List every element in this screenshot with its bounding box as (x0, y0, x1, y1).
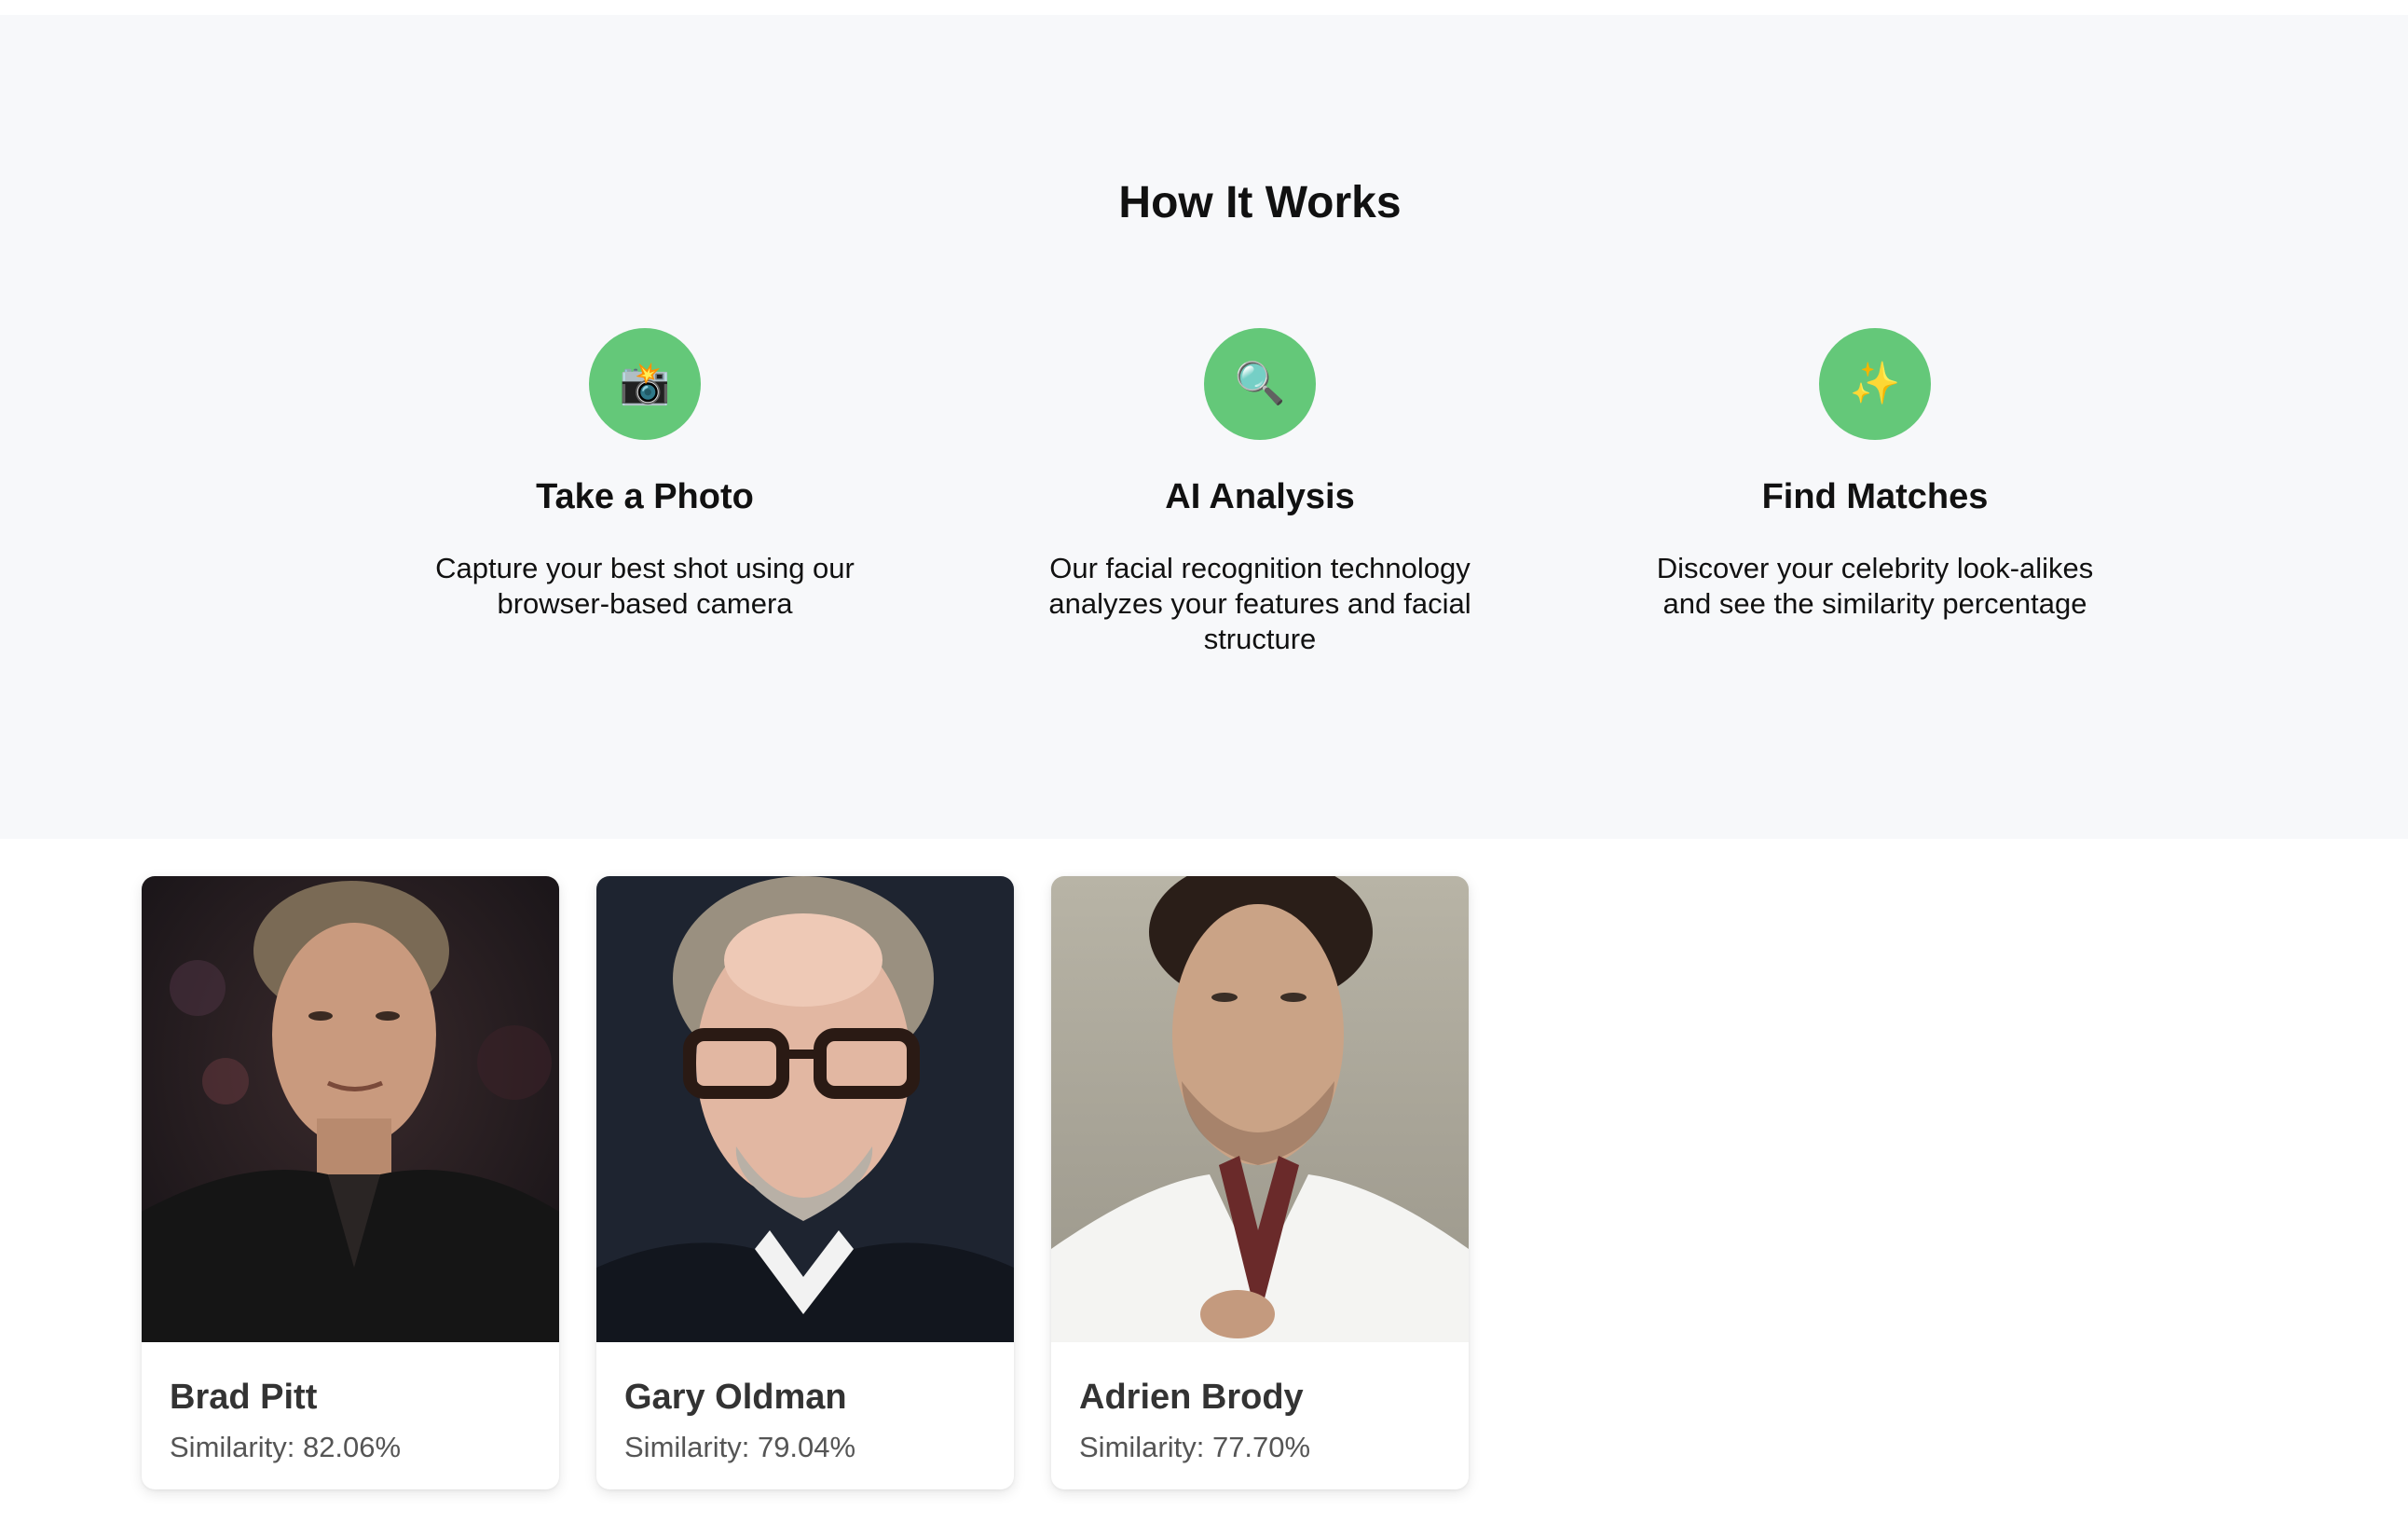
magnifier-glyph: 🔍 (1234, 360, 1286, 407)
match-card[interactable]: Adrien Brody Similarity: 77.70% (1051, 876, 1469, 1489)
step-title: AI Analysis (1165, 477, 1355, 516)
step-title: Find Matches (1761, 477, 1989, 516)
similarity-score: Similarity: 82.06% (170, 1431, 402, 1463)
step-description: Capture your best shot using our browser… (435, 552, 855, 620)
celebrity-name: Brad Pitt (170, 1378, 318, 1417)
celebrity-photo (142, 876, 559, 1342)
camera-flash-glyph: 📸 (619, 360, 671, 407)
camera-flash-icon: 📸 (589, 328, 701, 440)
step-description: Our facial recognition technology analyz… (1048, 552, 1471, 655)
step-title: Take a Photo (536, 477, 754, 516)
step-find-matches: ✨ Find Matches Discover your celebrity l… (1633, 328, 2117, 622)
celebrity-name: Gary Oldman (624, 1378, 847, 1417)
step-description: Discover your celebrity look-alikes and … (1656, 552, 2094, 620)
step-take-photo: 📸 Take a Photo Capture your best shot us… (403, 328, 887, 622)
magnifier-icon: 🔍 (1204, 328, 1316, 440)
top-strip (0, 0, 2408, 15)
similarity-score: Similarity: 77.70% (1079, 1431, 1311, 1463)
match-card[interactable]: Gary Oldman Similarity: 79.04% (596, 876, 1014, 1489)
card-body: Brad Pitt Similarity: 82.06% (142, 1342, 559, 1464)
section-title: How It Works (1118, 178, 1402, 227)
celebrity-name: Adrien Brody (1079, 1378, 1304, 1417)
celebrity-photo (1051, 876, 1469, 1342)
card-body: Adrien Brody Similarity: 77.70% (1051, 1342, 1469, 1464)
celebrity-photo (596, 876, 1014, 1342)
sparkles-icon: ✨ (1819, 328, 1931, 440)
step-ai-analysis: 🔍 AI Analysis Our facial recognition tec… (1018, 328, 1502, 657)
how-it-works-section: How It Works 📸 Take a Photo Capture your… (0, 15, 2408, 839)
card-body: Gary Oldman Similarity: 79.04% (596, 1342, 1014, 1464)
similarity-score: Similarity: 79.04% (624, 1431, 856, 1463)
sparkles-glyph: ✨ (1849, 360, 1901, 407)
match-card[interactable]: Brad Pitt Similarity: 82.06% (142, 876, 559, 1489)
